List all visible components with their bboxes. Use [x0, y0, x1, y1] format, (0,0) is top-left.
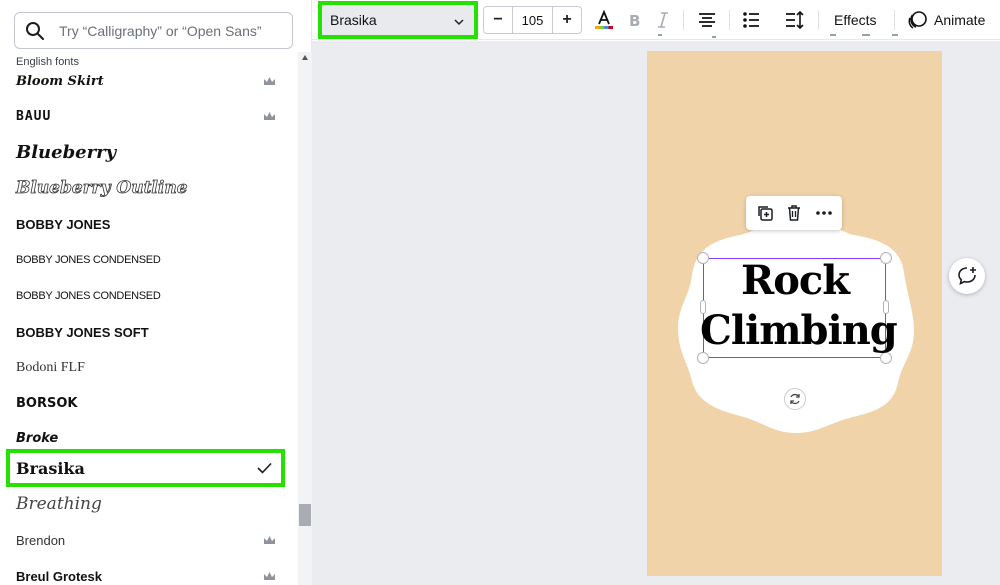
text-color-button[interactable]	[593, 9, 615, 31]
font-item-label: BOBBY JONES CONDENSED	[16, 254, 161, 266]
italic-icon	[658, 12, 668, 28]
font-item-bobby-jones-condensed[interactable]: BOBBY JONES CONDENSED	[0, 243, 298, 277]
animate-icon	[908, 11, 927, 29]
font-item-brendon[interactable]: Brendon	[0, 523, 298, 557]
font-item-label: Brendon	[16, 532, 66, 548]
font-item-breul-grotesk[interactable]: Breul Grotesk	[0, 559, 298, 585]
font-search-box[interactable]	[14, 12, 293, 49]
font-item-label: Broke	[16, 430, 59, 446]
add-comment-button[interactable]	[949, 258, 985, 294]
chevron-down-icon	[454, 19, 464, 26]
font-item-label: Breathing	[16, 494, 102, 514]
font-item-bloom-skirt[interactable]: Bloom Skirt	[0, 70, 298, 98]
font-panel: English fonts Bloom Skirt BAUU Blueberry…	[0, 0, 312, 585]
search-icon	[26, 21, 44, 40]
text-color-icon	[595, 9, 613, 29]
font-size-stepper: − 105 +	[483, 6, 582, 34]
premium-crown-icon	[264, 572, 275, 580]
font-search-input[interactable]	[59, 22, 279, 39]
scrollbar-thumb[interactable]	[299, 504, 311, 526]
headline-line-1: Rock	[741, 257, 850, 304]
page-controls-icon	[658, 34, 898, 38]
font-item-label: Blueberry Outline	[16, 178, 188, 199]
bulleted-list-button[interactable]	[740, 9, 762, 31]
bold-button[interactable]: B	[623, 9, 645, 31]
premium-crown-icon	[264, 77, 275, 85]
font-item-label: BOBBY JONES CONDENSED	[16, 290, 161, 302]
toolbar-divider	[818, 10, 819, 30]
font-item-blueberry[interactable]: Blueberry	[0, 135, 298, 169]
spacing-button[interactable]	[783, 9, 805, 31]
premium-crown-icon	[264, 112, 275, 120]
element-context-menu	[746, 196, 842, 230]
scroll-up-arrow-icon[interactable]	[302, 55, 308, 60]
increase-font-size-button[interactable]: +	[553, 7, 581, 33]
toolbar-divider	[894, 10, 895, 30]
align-center-button[interactable]	[696, 9, 718, 31]
selected-font-highlight	[6, 449, 285, 487]
font-item-bobby-jones[interactable]: BOBBY JONES	[0, 207, 298, 241]
font-item-breathing[interactable]: Breathing	[0, 487, 298, 521]
font-item-label: BAUU	[16, 108, 52, 124]
font-item-bauu[interactable]: BAUU	[0, 99, 298, 133]
headline-line-2: Climbing	[700, 307, 898, 354]
premium-crown-icon	[264, 536, 275, 544]
font-size-input[interactable]: 105	[512, 7, 553, 33]
font-item-bobby-jones-soft[interactable]: BOBBY JONES SOFT	[0, 315, 298, 349]
decrease-font-size-button[interactable]: −	[484, 7, 512, 33]
font-item-label: Bodoni FLF	[16, 360, 85, 375]
line-spacing-icon	[786, 10, 804, 30]
font-family-value: Brasika	[330, 12, 377, 28]
font-item-label: BOBBY JONES	[16, 216, 111, 232]
headline-text[interactable]: Rock Climbing	[700, 256, 898, 356]
bulleted-list-icon	[743, 12, 759, 28]
animate-icon-wrap[interactable]	[906, 9, 928, 31]
animate-button[interactable]: Animate	[934, 12, 985, 28]
font-item-blueberry-outline[interactable]: Blueberry Outline	[0, 171, 298, 205]
comment-add-icon	[958, 267, 976, 285]
toolbar-divider	[683, 10, 684, 30]
section-label-english-fonts: English fonts	[16, 56, 79, 68]
font-item-label: Bloom Skirt	[16, 73, 104, 89]
more-options-icon[interactable]	[815, 204, 833, 222]
font-item-label: BORSOK	[16, 395, 78, 411]
font-item-label: Blueberry	[16, 141, 117, 163]
align-center-icon	[699, 13, 715, 27]
effects-button[interactable]: Effects	[834, 12, 877, 28]
font-item-bodoni-flf[interactable]: Bodoni FLF	[0, 351, 298, 385]
font-item-borsok[interactable]: BORSOK	[0, 386, 298, 420]
font-item-label: Breul Grotesk	[16, 568, 102, 584]
svg-text:B: B	[629, 12, 640, 30]
font-item-label: BOBBY JONES SOFT	[16, 324, 149, 340]
font-item-bobby-jones-condensed-2[interactable]: BOBBY JONES CONDENSED	[0, 279, 298, 313]
italic-button[interactable]	[652, 9, 674, 31]
duplicate-icon[interactable]	[756, 204, 774, 222]
rotate-handle[interactable]	[784, 388, 806, 410]
toolbar-divider	[729, 10, 730, 30]
font-family-dropdown[interactable]: Brasika	[318, 1, 478, 39]
font-list[interactable]: Bloom Skirt BAUU Blueberry Blueberry Out…	[0, 70, 298, 585]
rotate-icon	[790, 393, 800, 405]
trash-icon[interactable]	[785, 204, 803, 222]
bold-icon: B	[629, 12, 640, 30]
